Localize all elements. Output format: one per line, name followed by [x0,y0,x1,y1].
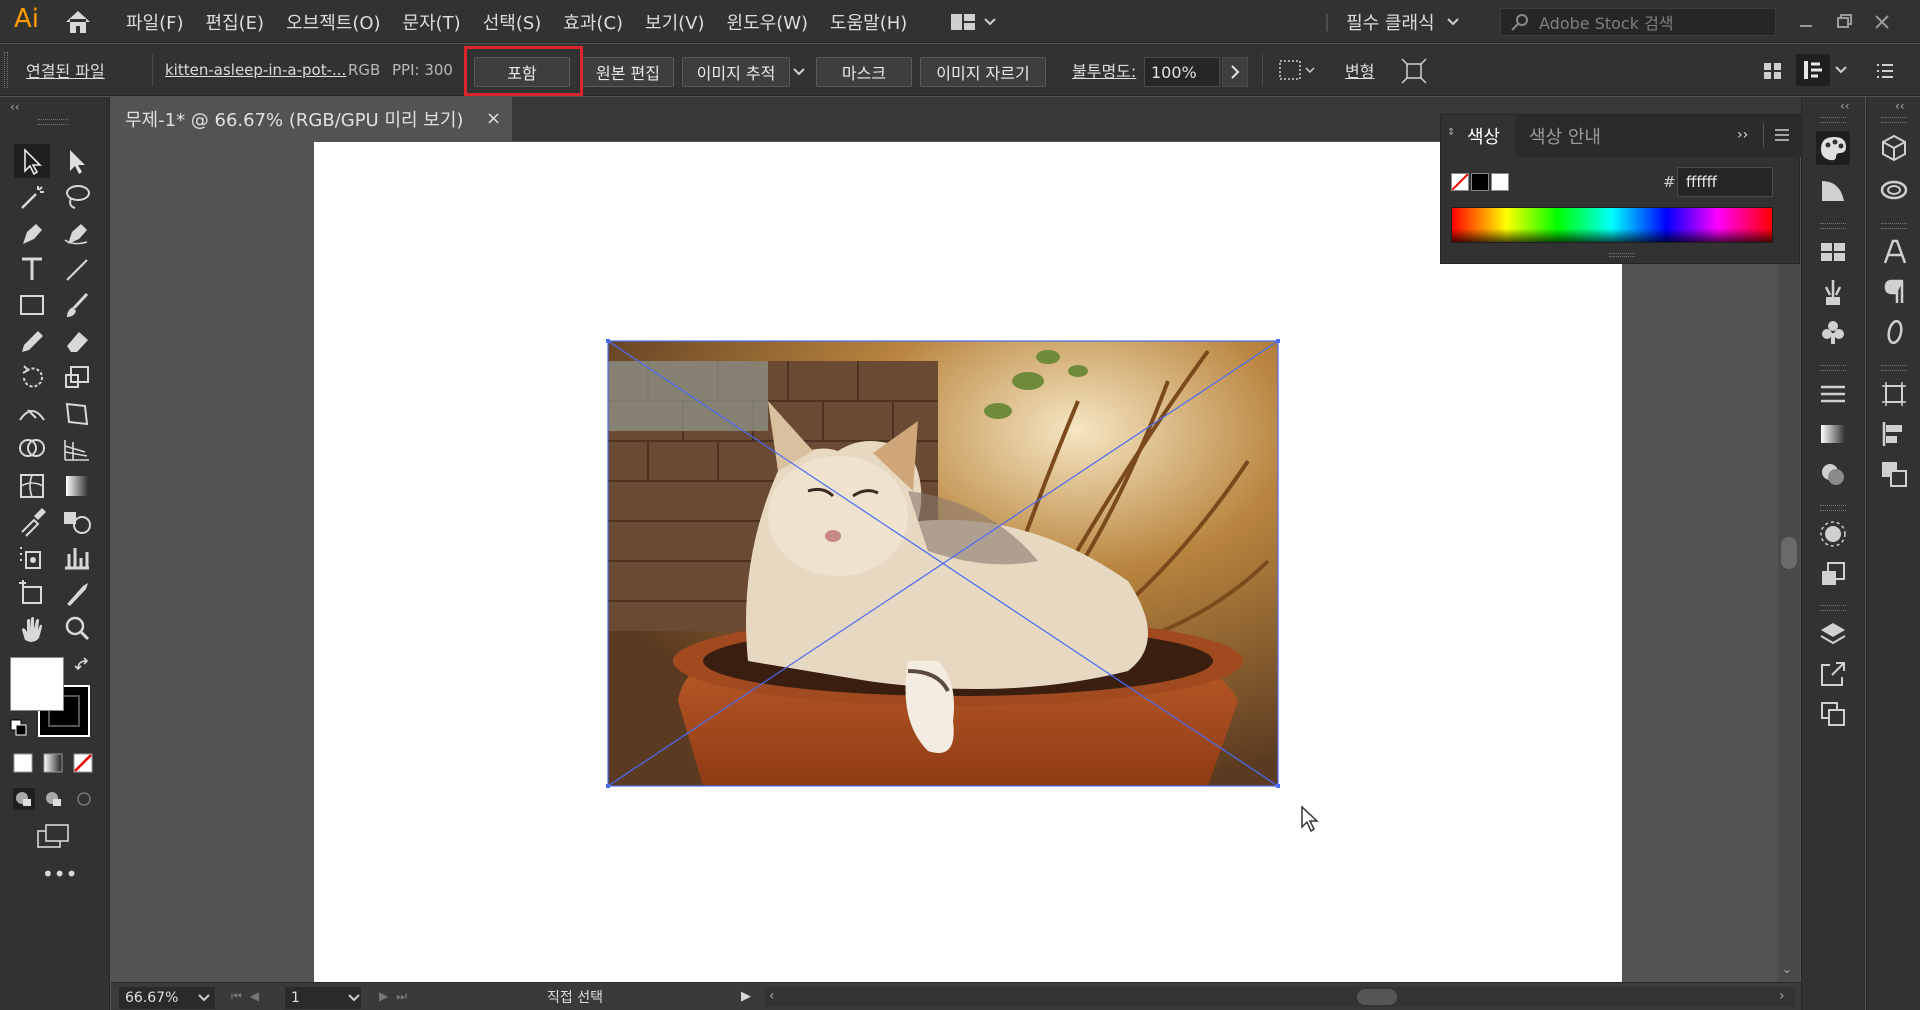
panel-dock-icons-2: ‹‹ [1866,97,1920,1010]
brushes-icon[interactable] [1816,275,1850,309]
dock-grip[interactable] [1820,223,1846,229]
color-guide-icon[interactable] [1816,173,1850,207]
align-icon[interactable] [1877,417,1911,451]
expand-panel-icon[interactable]: ›› [1737,127,1748,143]
dock-grip[interactable] [1881,223,1907,229]
libraries-icon[interactable] [1877,173,1911,207]
mouse-cursor-icon [1301,805,1319,833]
horizontal-scrollbar[interactable]: ‹ › [765,987,1795,1007]
tab-color-guide[interactable]: 색상 안내 [1529,115,1601,157]
scroll-left-icon[interactable]: ‹ [769,988,775,1004]
pathfinder-icon[interactable] [1877,457,1911,491]
swatches-icon[interactable] [1816,235,1850,269]
character-icon[interactable] [1877,235,1911,269]
status-bar: 66.67% ⏮◀ 1 ▶⏭ 직접 선택 ▶ ‹ › [111,982,1801,1010]
scroll-down-icon[interactable]: ⌄ [1782,962,1792,976]
resize-grip[interactable] [1609,253,1635,257]
dock-grip[interactable] [1881,365,1907,371]
color-spectrum[interactable] [1451,207,1773,243]
next-last-page-icon[interactable]: ▶⏭ [379,989,415,1004]
current-tool-status: 직접 선택 [547,990,603,1006]
transform-panel-icon[interactable] [1877,377,1911,411]
transparency-icon[interactable] [1816,457,1850,491]
appearance-icon[interactable] [1816,517,1850,551]
hex-label: # [1663,173,1676,191]
collapse-dock-icon[interactable]: ‹‹ [1895,99,1905,113]
layers-icon[interactable] [1816,617,1850,651]
color-panel: ⇕ 색상 색상 안내 ›› # ffffff [1440,114,1801,264]
divider [1763,123,1764,147]
tab-color[interactable]: ⇕ 색상 [1441,115,1515,157]
none-swatch[interactable] [1451,173,1469,191]
scroll-thumb[interactable] [1781,537,1797,569]
scroll-right-icon[interactable]: › [1779,988,1785,1004]
graphic-styles-icon[interactable] [1816,557,1850,591]
asset-export-icon[interactable] [1816,657,1850,691]
color-panel-tabs: ⇕ 색상 색상 안내 ›› [1441,115,1801,157]
dock-grip[interactable] [1881,117,1907,123]
stroke-icon[interactable] [1816,377,1850,411]
symbols-icon[interactable] [1816,315,1850,349]
white-swatch[interactable] [1491,173,1509,191]
dock-grip[interactable] [1820,117,1846,123]
h-scroll-thumb[interactable] [1357,989,1397,1005]
collapse-dock-icon[interactable]: ‹‹ [1840,99,1850,113]
tab-color-label: 색상 [1467,127,1501,148]
hex-input[interactable]: ffffff [1677,167,1773,197]
panel-dock-icons: ‹‹ [1801,97,1865,1010]
opentype-icon[interactable] [1877,315,1911,349]
first-prev-page-icon[interactable]: ⏮◀ [231,989,267,1004]
chevron-down-icon[interactable] [197,992,211,1004]
tab-toggle-icon[interactable]: ⇕ [1447,127,1455,138]
status-menu-arrow-icon[interactable]: ▶ [741,989,751,1004]
artboards-icon[interactable] [1816,697,1850,731]
panel-menu-icon[interactable] [1773,126,1791,144]
color-panel-icon[interactable] [1816,131,1850,165]
gradient-panel-icon[interactable] [1816,417,1850,451]
vertical-scrollbar[interactable]: ⌄ [1778,142,1800,982]
3d-materials-icon[interactable] [1877,131,1911,165]
dock-grip[interactable] [1820,365,1846,371]
chevron-down-icon[interactable] [347,992,361,1004]
dock-grip[interactable] [1820,605,1846,611]
black-swatch[interactable] [1471,173,1489,191]
dock-grip[interactable] [1820,505,1846,511]
paragraph-icon[interactable] [1877,275,1911,309]
